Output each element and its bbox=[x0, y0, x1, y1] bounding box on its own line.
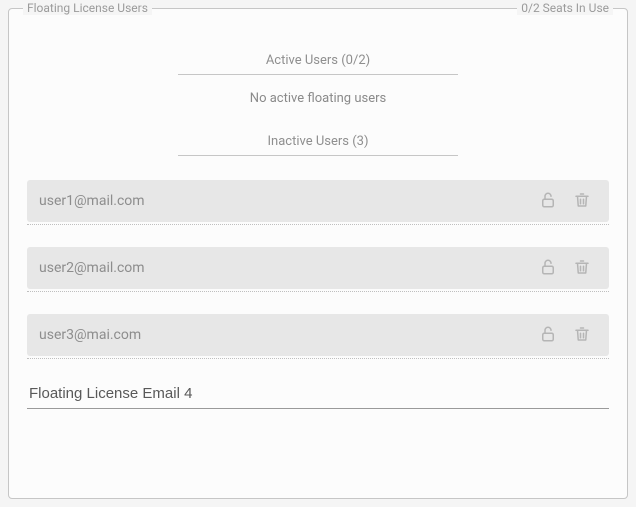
row-divider bbox=[27, 358, 609, 359]
unlock-button[interactable] bbox=[533, 320, 563, 350]
unlock-button[interactable] bbox=[533, 186, 563, 216]
delete-button[interactable] bbox=[567, 186, 597, 216]
user-row-wrap: user3@mai.com bbox=[27, 314, 609, 359]
delete-icon bbox=[573, 191, 591, 212]
active-users-heading: Active Users (0/2) bbox=[178, 53, 458, 75]
inactive-user-list: user1@mail.com user2@mail.com bbox=[27, 180, 609, 359]
active-users-heading-wrap: Active Users (0/2) bbox=[27, 53, 609, 75]
active-users-empty: No active floating users bbox=[27, 91, 609, 106]
user-row-wrap: user2@mail.com bbox=[27, 247, 609, 292]
unlock-icon bbox=[539, 325, 557, 346]
unlock-icon bbox=[539, 258, 557, 279]
delete-button[interactable] bbox=[567, 320, 597, 350]
list-item: user1@mail.com bbox=[27, 180, 609, 222]
user-row-wrap: user1@mail.com bbox=[27, 180, 609, 225]
user-email: user3@mai.com bbox=[39, 327, 529, 343]
list-item: user2@mail.com bbox=[27, 247, 609, 289]
unlock-button[interactable] bbox=[533, 253, 563, 283]
list-item: user3@mai.com bbox=[27, 314, 609, 356]
inactive-users-heading-wrap: Inactive Users (3) bbox=[27, 134, 609, 156]
floating-license-panel: Floating License Users 0/2 Seats In Use … bbox=[8, 8, 628, 499]
user-email: user1@mail.com bbox=[39, 193, 529, 209]
floating-license-email-input[interactable] bbox=[27, 379, 609, 409]
delete-icon bbox=[573, 325, 591, 346]
add-email-row bbox=[27, 379, 609, 409]
panel-title: Floating License Users bbox=[23, 1, 152, 15]
row-divider bbox=[27, 291, 609, 292]
user-email: user2@mail.com bbox=[39, 260, 529, 276]
delete-button[interactable] bbox=[567, 253, 597, 283]
row-divider bbox=[27, 224, 609, 225]
unlock-icon bbox=[539, 191, 557, 212]
inactive-users-heading: Inactive Users (3) bbox=[178, 134, 458, 156]
delete-icon bbox=[573, 258, 591, 279]
seats-status: 0/2 Seats In Use bbox=[517, 1, 613, 15]
